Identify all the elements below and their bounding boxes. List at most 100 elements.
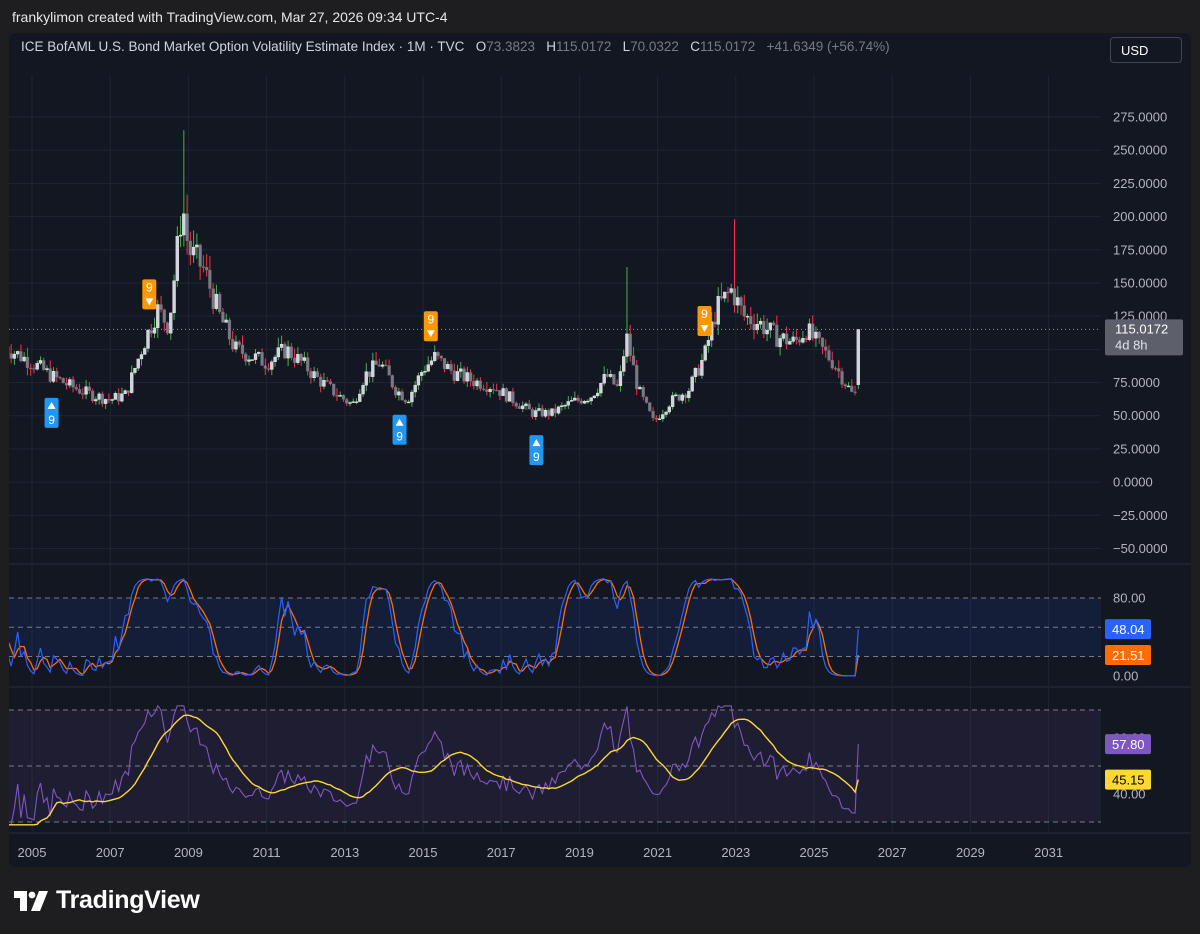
candle-body xyxy=(713,321,717,325)
candle-body xyxy=(240,344,245,355)
candle-body xyxy=(625,333,629,357)
candle-body xyxy=(723,291,727,299)
candle-body xyxy=(58,377,62,379)
candle-body xyxy=(742,305,746,317)
candle-body xyxy=(416,375,421,386)
candle-body xyxy=(563,405,567,407)
candle-body xyxy=(830,360,834,369)
candle-body xyxy=(19,351,23,362)
candle-body xyxy=(136,358,140,369)
y-tick-label: 225.0000 xyxy=(1113,176,1167,191)
candle-body xyxy=(286,346,290,359)
close-label: C xyxy=(690,39,700,54)
candle-body xyxy=(191,246,196,256)
candle-body xyxy=(491,388,496,391)
candle-body xyxy=(781,333,786,339)
candle-body xyxy=(45,368,49,370)
candle-body xyxy=(32,368,36,370)
candle-body xyxy=(749,316,753,325)
candle-body xyxy=(84,386,88,395)
candle-body xyxy=(468,372,473,382)
candle-body xyxy=(152,327,157,334)
candle-body xyxy=(296,354,300,363)
candle-body xyxy=(433,352,437,361)
td-sequential-label: 9 xyxy=(427,312,434,326)
candle-body xyxy=(149,329,153,334)
candle-body xyxy=(814,331,818,339)
symbol-title[interactable]: ICE BofAML U.S. Bond Market Option Volat… xyxy=(21,39,464,54)
candle-body xyxy=(64,382,69,386)
candle-body xyxy=(358,393,362,402)
candle-body xyxy=(745,316,750,318)
currency-button[interactable]: USD xyxy=(1110,37,1182,63)
x-tick-label: 2013 xyxy=(330,845,359,860)
candle-body xyxy=(387,365,391,376)
candle-body xyxy=(55,370,59,378)
candle-body xyxy=(726,291,730,294)
y-tick-label: 75.0000 xyxy=(1113,375,1160,390)
candle-body xyxy=(566,401,570,406)
candle-body xyxy=(534,410,538,417)
x-tick-label: 2015 xyxy=(409,845,438,860)
candle-body xyxy=(576,397,580,401)
candle-body xyxy=(573,397,577,401)
candle-body xyxy=(325,380,329,382)
candle-body xyxy=(374,360,378,365)
candle-body xyxy=(266,368,271,370)
candle-body xyxy=(840,371,844,385)
candle-body xyxy=(716,296,720,325)
candle-body xyxy=(648,402,652,412)
candle-body xyxy=(292,357,297,363)
candle-body xyxy=(729,288,733,293)
candle-body xyxy=(178,234,183,237)
candle-body xyxy=(664,411,668,415)
y-tick-label: 50.0000 xyxy=(1113,408,1160,423)
candle-body xyxy=(481,388,486,390)
open-value: 73.3823 xyxy=(486,39,536,54)
candle-body xyxy=(631,355,636,366)
candle-body xyxy=(354,401,359,403)
candle-body xyxy=(9,353,13,359)
td-sequential-label: 9 xyxy=(701,307,708,321)
candle-body xyxy=(706,340,711,346)
candle-body xyxy=(556,406,561,414)
candle-body xyxy=(804,338,808,340)
candle-body xyxy=(765,329,769,335)
candle-body xyxy=(367,371,372,377)
candle-body xyxy=(827,350,831,361)
candle-body xyxy=(703,345,707,361)
candle-body xyxy=(524,403,528,406)
candle-body xyxy=(853,391,857,393)
chart-canvas[interactable]: 2005 2007 2009 2011 2013 2015 2017 2019 2021 2023… xyxy=(9,33,1191,867)
candle-body xyxy=(126,390,131,393)
y-tick-label: −50.0000 xyxy=(1113,541,1168,556)
candle-body xyxy=(615,384,619,386)
chart-frame[interactable]: 2005 2007 2009 2011 2013 2015 2017 2019 2021 2023… xyxy=(9,33,1191,867)
candle-body xyxy=(42,360,46,370)
candle-body xyxy=(332,383,336,396)
candle-body xyxy=(335,395,339,397)
candle-body xyxy=(384,364,388,367)
low-label: L xyxy=(622,39,631,54)
y-tick-label: 0.0000 xyxy=(1113,475,1153,490)
candle-body xyxy=(690,376,694,392)
candle-body xyxy=(609,374,613,377)
candle-body xyxy=(465,372,469,382)
candle-body xyxy=(364,371,368,386)
candle-body xyxy=(579,400,584,404)
candle-body xyxy=(221,311,225,323)
stoch-value-label: 48.04 xyxy=(1112,622,1145,637)
candle-body xyxy=(442,358,447,370)
candle-body xyxy=(400,391,404,401)
candle-body xyxy=(736,297,740,306)
candle-body xyxy=(273,356,277,362)
x-tick-label: 2005 xyxy=(18,845,47,860)
candle-body xyxy=(397,391,401,396)
candle-body xyxy=(139,354,144,360)
candle-body xyxy=(850,385,854,392)
candle-body xyxy=(289,346,294,359)
candle-body xyxy=(156,304,160,329)
candle-body xyxy=(234,341,238,350)
candle-body xyxy=(494,389,499,392)
candle-body xyxy=(218,293,222,313)
